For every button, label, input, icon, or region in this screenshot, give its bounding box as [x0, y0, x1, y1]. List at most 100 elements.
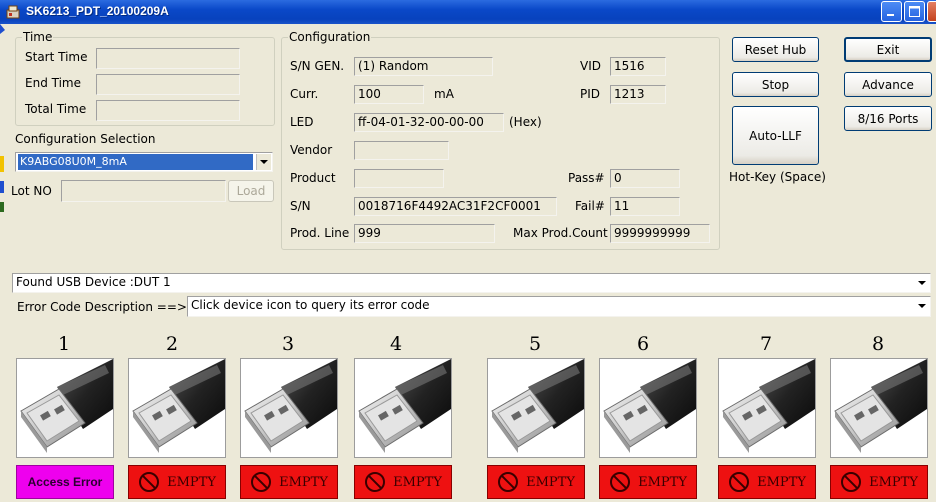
vendor-field [354, 141, 449, 160]
config-selection-label: Configuration Selection [15, 132, 156, 146]
load-button[interactable]: Load [228, 180, 274, 202]
ports-8-16-label: 8/16 Ports [857, 111, 919, 126]
usb-device-icon-1[interactable] [16, 358, 114, 458]
advance-label: Advance [862, 77, 914, 92]
found-device-arrow[interactable] [914, 275, 929, 291]
port-number-4: 4 [389, 333, 403, 355]
hotkey-label: Hot-Key (Space) [729, 170, 826, 184]
product-label: Product [290, 171, 336, 185]
port-status-1: Access Error [16, 465, 114, 499]
no-entry-svg [498, 472, 519, 492]
error-code-value: Click device icon to query its error cod… [191, 298, 430, 312]
error-code-dropdown[interactable]: Click device icon to query its error cod… [187, 296, 931, 317]
reset-hub-label: Reset Hub [744, 42, 807, 57]
port-number-3: 3 [281, 333, 295, 355]
no-entry-svg [251, 472, 272, 492]
time-group-legend: Time [23, 30, 53, 44]
config-selection-dropdown[interactable]: K9ABG08U0M_8mA [15, 152, 273, 172]
chevron-down-icon [260, 159, 268, 164]
curr-unit: mA [434, 87, 454, 101]
port-status-5: EMPTY [487, 465, 585, 499]
auto-llf-button[interactable]: Auto-LLF [732, 106, 819, 165]
vendor-label: Vendor [290, 143, 333, 157]
frame-edge [0, 24, 5, 212]
lot-no-label: Lot NO [11, 184, 52, 198]
port-status-2: EMPTY [128, 465, 226, 499]
usb-stick-icon [722, 359, 815, 453]
lot-no-field[interactable] [61, 180, 226, 202]
exit-label: Exit [876, 42, 900, 57]
fail-label: Fail# [575, 199, 605, 213]
no-entry-svg [729, 472, 750, 492]
no-entry-icon [138, 471, 160, 493]
title-bar[interactable]: SK6213_PDT_20100209A [0, 0, 936, 24]
sn-field: 0018716F4492AC31F2CF0001 [354, 197, 557, 216]
usb-stick-icon [20, 359, 113, 453]
port-status-3: EMPTY [240, 465, 338, 499]
no-entry-icon [840, 471, 862, 493]
port-status-8: EMPTY [830, 465, 928, 499]
configuration-legend: Configuration [289, 30, 371, 44]
advance-button[interactable]: Advance [844, 72, 932, 97]
prod-line-field: 999 [354, 224, 495, 243]
reset-hub-button[interactable]: Reset Hub [732, 37, 819, 62]
no-entry-icon [728, 471, 750, 493]
port-status-label: EMPTY [393, 474, 442, 490]
usb-device-icon-7[interactable] [718, 358, 816, 458]
port-status-7: EMPTY [718, 465, 816, 499]
end-time-label: End Time [25, 76, 81, 90]
port-number-1: 1 [57, 333, 71, 355]
dropdown-arrow[interactable] [256, 154, 271, 170]
ports-8-16-button[interactable]: 8/16 Ports [844, 106, 932, 131]
end-time-field [96, 74, 240, 95]
port-status-label: EMPTY [638, 474, 687, 490]
sn-label: S/N [290, 199, 311, 213]
sn-gen-label: S/N GEN. [290, 59, 345, 73]
led-unit: (Hex) [509, 115, 542, 129]
port-status-6: EMPTY [599, 465, 697, 499]
start-time-label: Start Time [25, 50, 88, 64]
usb-device-icon-2[interactable] [128, 358, 226, 458]
pass-field: 0 [610, 169, 680, 188]
error-code-label: Error Code Description ==> [17, 300, 187, 314]
no-entry-svg [365, 472, 386, 492]
no-entry-icon [364, 471, 386, 493]
fail-field: 11 [610, 197, 680, 216]
port-number-8: 8 [871, 333, 885, 355]
usb-stick-icon [132, 359, 225, 453]
stop-button[interactable]: Stop [732, 72, 819, 97]
pid-label: PID [580, 87, 601, 101]
usb-device-icon-3[interactable] [240, 358, 338, 458]
usb-stick-icon [603, 359, 696, 453]
close-button[interactable] [927, 1, 936, 22]
port-status-label: EMPTY [526, 474, 575, 490]
no-entry-svg [841, 472, 862, 492]
usb-device-icon-8[interactable] [830, 358, 928, 458]
no-entry-svg [139, 472, 160, 492]
port-status-label: EMPTY [167, 474, 216, 490]
port-status-4: EMPTY [354, 465, 452, 499]
error-code-arrow[interactable] [914, 298, 929, 314]
product-field [354, 169, 444, 188]
no-entry-icon [250, 471, 272, 493]
minimize-button[interactable] [881, 1, 902, 22]
port-number-6: 6 [636, 333, 650, 355]
max-prod-count-field: 9999999999 [610, 224, 710, 243]
vid-field: 1516 [610, 57, 666, 76]
usb-device-icon-6[interactable] [599, 358, 697, 458]
usb-stick-icon [834, 359, 927, 453]
pid-field: 1213 [610, 85, 666, 104]
usb-device-icon-4[interactable] [354, 358, 452, 458]
minimize-icon [887, 14, 894, 16]
total-time-label: Total Time [25, 102, 87, 116]
found-device-dropdown[interactable]: Found USB Device :DUT 1 [12, 273, 931, 293]
usb-stick-icon [244, 359, 337, 453]
no-entry-icon [497, 471, 519, 493]
usb-device-icon-5[interactable] [487, 358, 585, 458]
exit-button[interactable]: Exit [844, 37, 932, 62]
no-entry-svg [610, 472, 631, 492]
maximize-button[interactable] [904, 1, 925, 22]
max-prod-count-label: Max Prod.Count [513, 226, 608, 240]
port-status-label: EMPTY [869, 474, 918, 490]
port-number-2: 2 [165, 333, 179, 355]
